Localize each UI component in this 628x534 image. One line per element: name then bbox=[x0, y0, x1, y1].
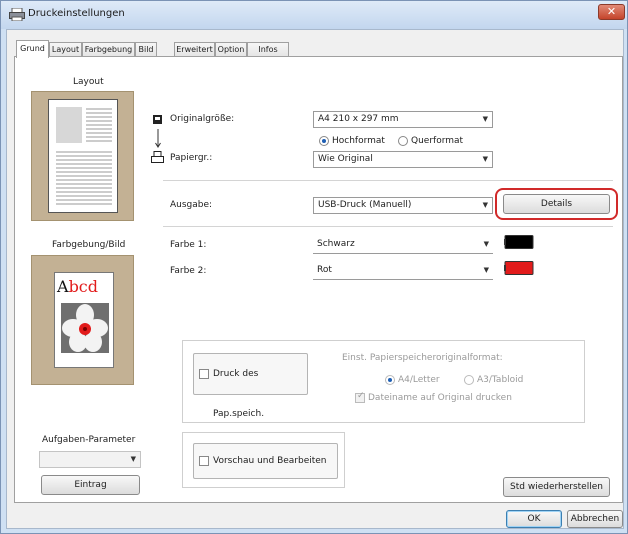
portrait-radio[interactable] bbox=[319, 136, 329, 146]
title-bar[interactable]: Druckeinstellungen ✕ bbox=[1, 1, 627, 29]
output-value: USB-Druck (Manuell) bbox=[318, 200, 412, 210]
tab-bild[interactable]: Bild bbox=[135, 42, 157, 57]
chevron-down-icon: ▼ bbox=[483, 240, 489, 248]
print-settings-window: Druckeinstellungen ✕ Grund Layout Farbge… bbox=[0, 0, 628, 534]
filename-checkbox[interactable]: ✓ bbox=[355, 391, 365, 403]
paper-size-select[interactable]: Wie Original ▼ bbox=[313, 151, 493, 168]
color-preview: Abcd bbox=[31, 255, 134, 385]
arrow-down-icon bbox=[155, 129, 161, 148]
sample-text: Abcd bbox=[57, 277, 98, 296]
color2-swatch-icon bbox=[504, 261, 534, 275]
close-button[interactable]: ✕ bbox=[598, 4, 625, 20]
color2-value: Rot bbox=[317, 265, 332, 275]
print-memory-label: Druck des Pap.speich. bbox=[213, 369, 265, 419]
filename-label: Dateiname auf Original drucken bbox=[368, 393, 512, 403]
preview-edit-checkbox[interactable] bbox=[199, 456, 209, 466]
page-thumbnail bbox=[48, 99, 118, 213]
portrait-label: Hochformat bbox=[332, 136, 385, 146]
color1-value: Schwarz bbox=[317, 239, 355, 249]
original-size-value: A4 210 x 297 mm bbox=[318, 114, 399, 124]
preview-edit-label: Vorschau und Bearbeiten bbox=[213, 456, 327, 466]
ok-button[interactable]: OK bbox=[506, 510, 562, 528]
output-label: Ausgabe: bbox=[170, 200, 213, 210]
chevron-down-icon: ▼ bbox=[483, 266, 489, 274]
color2-select[interactable]: Rot ▼ bbox=[313, 263, 493, 280]
a4-letter-label: A4/Letter bbox=[398, 375, 440, 385]
a4-letter-radio[interactable] bbox=[385, 375, 395, 385]
a3-tabloid-radio[interactable] bbox=[464, 375, 474, 385]
flower-image-icon bbox=[61, 303, 109, 353]
details-button[interactable]: Details bbox=[503, 194, 610, 214]
chevron-down-icon: ▼ bbox=[130, 455, 136, 463]
chevron-down-icon: ▼ bbox=[482, 201, 488, 209]
sample-text-red: bcd bbox=[68, 277, 99, 296]
chevron-down-icon: ▼ bbox=[482, 115, 488, 123]
cancel-button[interactable]: Abbrechen bbox=[567, 510, 623, 528]
tab-infos[interactable]: Infos über bbox=[247, 42, 289, 67]
tab-farbgebung[interactable]: Farbgebung bbox=[82, 42, 135, 57]
print-memory-checkbox[interactable] bbox=[199, 369, 209, 379]
layout-heading: Layout bbox=[73, 77, 104, 87]
a3-tabloid-label: A3/Tabloid bbox=[477, 375, 524, 385]
color2-label: Farbe 2: bbox=[170, 266, 207, 276]
tab-option[interactable]: Option bbox=[215, 42, 247, 57]
original-size-select[interactable]: A4 210 x 297 mm ▼ bbox=[313, 111, 493, 128]
printer-icon bbox=[9, 8, 25, 21]
layout-preview bbox=[31, 91, 134, 221]
dialog-body: Grund Layout Farbgebung Bild Erweitert O… bbox=[6, 29, 624, 529]
landscape-radio[interactable] bbox=[398, 136, 408, 146]
sample-text-black: A bbox=[57, 277, 69, 296]
paper-size-value: Wie Original bbox=[318, 154, 373, 164]
paper-size-label: Papiergr.: bbox=[170, 153, 213, 163]
landscape-label: Querformat bbox=[411, 136, 464, 146]
original-size-label: Originalgröße: bbox=[170, 114, 235, 124]
chevron-down-icon: ▼ bbox=[482, 155, 488, 163]
color1-select[interactable]: Schwarz ▼ bbox=[313, 237, 493, 254]
tab-erweitert[interactable]: Erweitert bbox=[174, 42, 215, 57]
color-sample-page: Abcd bbox=[54, 272, 114, 368]
window-title: Druckeinstellungen bbox=[28, 8, 125, 19]
divider bbox=[163, 180, 613, 181]
original-document-icon bbox=[153, 115, 162, 124]
output-select[interactable]: USB-Druck (Manuell) ▼ bbox=[313, 197, 493, 214]
color1-swatch-icon bbox=[504, 235, 534, 249]
color-image-heading: Farbgebung/Bild bbox=[52, 240, 126, 250]
image-placeholder bbox=[56, 107, 82, 143]
preview-edit-toggle[interactable]: Vorschau und Bearbeiten bbox=[193, 443, 338, 479]
color1-label: Farbe 1: bbox=[170, 240, 207, 250]
tasks-select[interactable]: ▼ bbox=[39, 451, 141, 468]
entry-button[interactable]: Eintrag bbox=[41, 475, 140, 495]
tasks-heading: Aufgaben-Parameter bbox=[42, 435, 136, 445]
original-format-label: Einst. Papierspeicheroriginalformat: bbox=[342, 353, 503, 363]
restore-defaults-button[interactable]: Std wiederherstellen bbox=[503, 477, 610, 497]
paper-printer-icon bbox=[151, 151, 164, 163]
divider bbox=[163, 226, 613, 227]
print-memory-toggle[interactable]: Druck des Pap.speich. bbox=[193, 353, 308, 419]
check-icon: ✓ bbox=[357, 391, 365, 401]
tab-grund[interactable]: Grund bbox=[16, 40, 49, 58]
tab-layout[interactable]: Layout bbox=[49, 42, 82, 57]
tab-page-grund: Layout Farbgebung/Bild Abcd Aufgaben-Par… bbox=[14, 56, 623, 503]
text-lines-icon bbox=[56, 151, 112, 205]
